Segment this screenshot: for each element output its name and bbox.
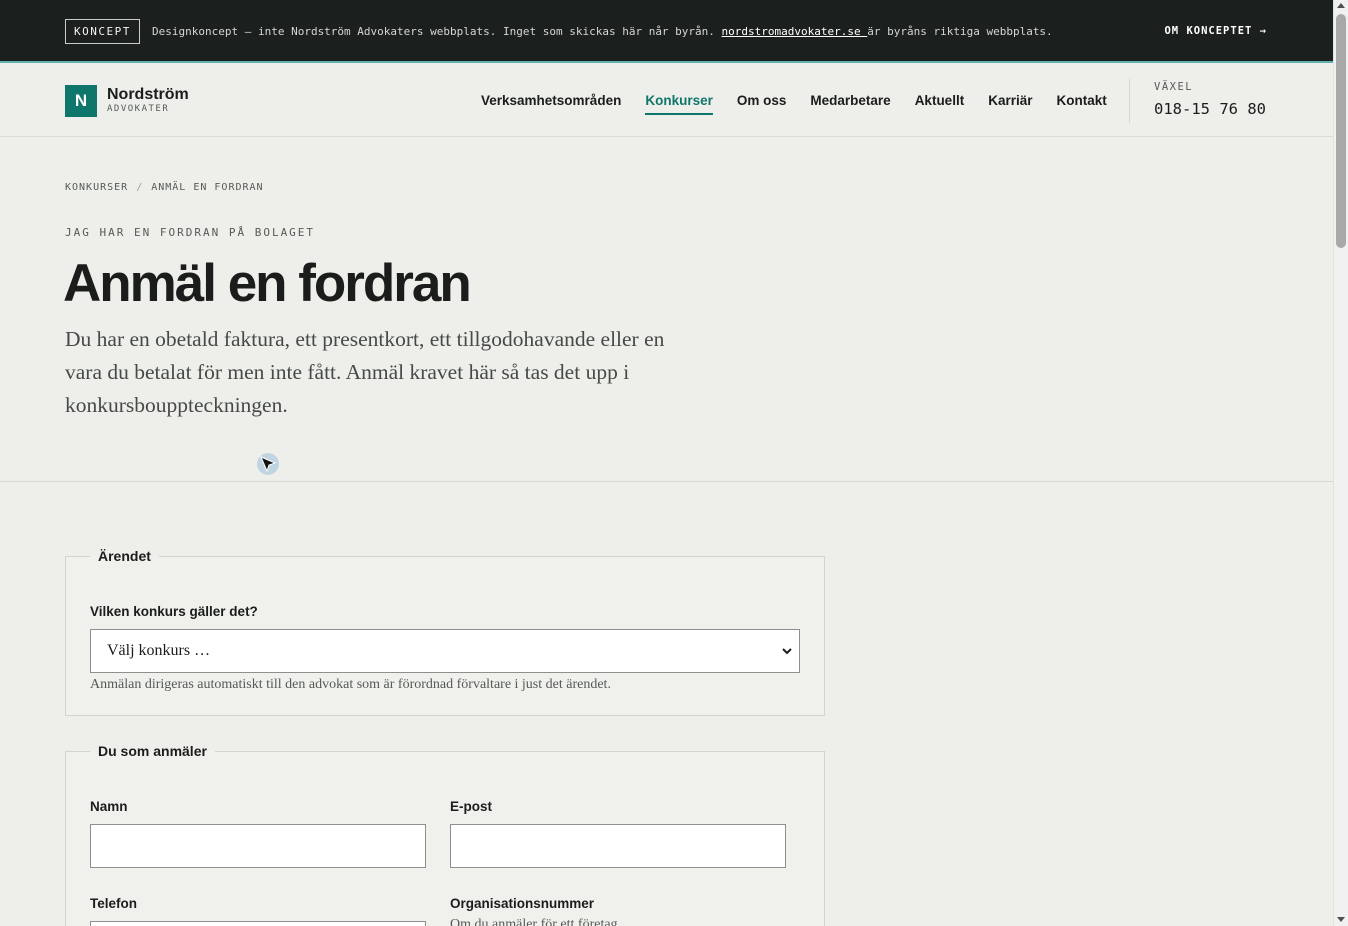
concept-badge: KONCEPT <box>65 19 140 44</box>
real-site-link[interactable]: nordstromadvokater.se <box>722 25 868 38</box>
mouse-cursor-icon <box>257 453 279 475</box>
section-divider <box>0 481 1333 482</box>
konkurs-help: Anmälan dirigeras automatiskt till den a… <box>90 677 611 692</box>
nav-item-konkurser[interactable]: Konkurser <box>645 93 713 115</box>
telefon-input[interactable] <box>90 921 426 926</box>
epost-label: E-post <box>450 799 492 814</box>
breadcrumb-konkurser[interactable]: KONKURSER <box>65 182 128 193</box>
concept-banner: KONCEPT Designkoncept – inte Nordström A… <box>0 0 1333 63</box>
site-header: N Nordström ADVOKATER Verksamhetsområden… <box>0 65 1333 137</box>
konkurs-label: Vilken konkurs gäller det? <box>90 604 258 619</box>
nav-item-kontakt[interactable]: Kontakt <box>1056 93 1106 115</box>
header-divider <box>1129 79 1130 123</box>
nav-item-aktuellt[interactable]: Aktuellt <box>915 93 965 115</box>
nav-item-medarbetare[interactable]: Medarbetare <box>810 93 890 115</box>
fieldset-arendet: Ärendet Vilken konkurs gäller det? Välj … <box>65 548 825 716</box>
scroll-down-arrow-icon[interactable] <box>1337 917 1345 922</box>
orgnr-label: Organisationsnummer <box>450 896 595 911</box>
konkurs-select-value: Välj konkurs … <box>107 642 211 659</box>
nav-item-karriar[interactable]: Karriär <box>988 93 1032 115</box>
epost-input[interactable] <box>450 824 786 868</box>
main-nav: Verksamhetsområden Konkurser Om oss Meda… <box>481 93 1107 115</box>
chevron-down-icon <box>782 648 792 655</box>
konkurs-select[interactable]: Välj konkurs … <box>90 629 800 673</box>
fieldset-legend-anmalare: Du som anmäler <box>98 743 207 759</box>
concept-disclaimer: Designkoncept – inte Nordström Advokater… <box>152 25 1053 38</box>
scrollbar-thumb[interactable] <box>1336 14 1346 248</box>
telefon-label: Telefon <box>90 896 137 911</box>
concept-disclaimer-tail: är byråns riktiga webbplats. <box>867 25 1053 38</box>
scroll-up-arrow-icon[interactable] <box>1337 3 1345 8</box>
breadcrumb-current: ANMÄL EN FORDRAN <box>151 182 264 193</box>
logo-mark[interactable]: N <box>65 85 97 117</box>
namn-input[interactable] <box>90 824 426 868</box>
breadcrumb-separator: / <box>136 182 144 193</box>
logo-subtitle: ADVOKATER <box>107 104 170 114</box>
nav-item-om-oss[interactable]: Om oss <box>737 93 787 115</box>
fieldset-anmalare: Du som anmäler Namn E-post Telefon Organ… <box>65 743 825 926</box>
page-lead: Du har en obetald faktura, ett presentko… <box>65 327 665 417</box>
page-scrollbar[interactable] <box>1333 0 1348 926</box>
breadcrumb: KONKURSER / ANMÄL EN FORDRAN <box>65 182 264 193</box>
switchboard-label: VÄXEL <box>1154 81 1194 93</box>
page-title: Anmäl en fordran <box>63 254 472 313</box>
about-concept-link[interactable]: OM KONCEPTET → <box>1164 25 1267 37</box>
nav-item-verksamhetsomraden[interactable]: Verksamhetsområden <box>481 93 621 115</box>
namn-label: Namn <box>90 799 128 814</box>
concept-disclaimer-text: Designkoncept – inte Nordström Advokater… <box>152 25 722 38</box>
switchboard-phone[interactable]: 018-15 76 80 <box>1154 100 1266 118</box>
page-eyebrow: JAG HAR EN FORDRAN PÅ BOLAGET <box>65 226 316 239</box>
logo-name[interactable]: Nordström <box>107 86 189 104</box>
fieldset-legend-arendet: Ärendet <box>98 548 151 564</box>
orgnr-help: Om du anmäler för ett företag <box>450 917 618 926</box>
